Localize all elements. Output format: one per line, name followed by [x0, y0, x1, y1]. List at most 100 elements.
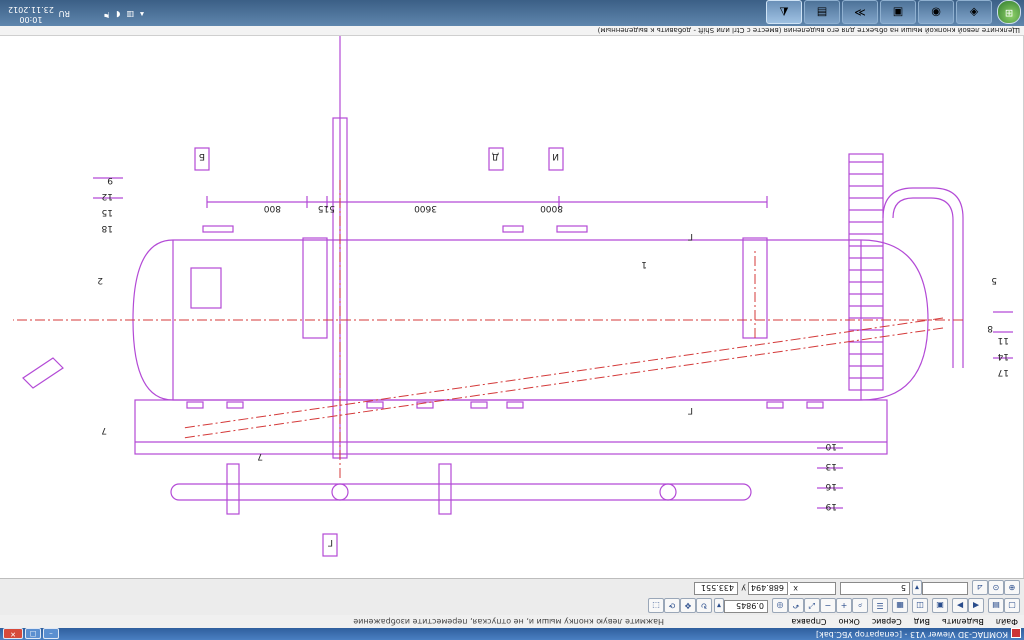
network-icon[interactable]: ▥: [126, 10, 134, 19]
media-task-icon[interactable]: ▣: [880, 0, 916, 24]
coord-x-label: x: [793, 584, 798, 593]
properties-icon[interactable]: ☰: [872, 598, 888, 613]
close-button[interactable]: ✕: [3, 628, 23, 639]
zoom-out-icon[interactable]: −: [820, 598, 836, 613]
dim-8000: 8000: [540, 203, 563, 213]
coord-x-field[interactable]: 688.494: [748, 582, 788, 595]
scale-dropdown-icon[interactable]: ▾: [912, 580, 922, 595]
centerline-slope-1: [182, 327, 944, 439]
coord-y-label: y: [741, 584, 746, 593]
zoom-dropdown-icon[interactable]: ▾: [714, 598, 724, 613]
hint-text: Нажмите левую кнопку мыши и, не отпуская…: [353, 617, 664, 626]
top-curved-pipe: [882, 187, 964, 368]
grid-icon[interactable]: ▦: [892, 598, 908, 613]
scale-value-field[interactable]: 5: [840, 582, 910, 595]
section-i: И: [552, 151, 559, 161]
app-icon: [1011, 628, 1021, 638]
cursor-icon[interactable]: ⊕: [1004, 580, 1020, 595]
clock-date: 23.11.2012: [8, 5, 54, 14]
pos-1: 1: [641, 259, 647, 269]
pos-7a: 7: [101, 425, 107, 435]
menu-view[interactable]: Вид: [912, 615, 932, 628]
folder-task-icon[interactable]: ▤: [804, 0, 840, 24]
coordinates-toolbar: ⊕ ⊙ ⊿ ▾ 5 y 433.551 688.494 x: [0, 578, 1024, 597]
flanges: [186, 225, 824, 409]
manhole-mid: [302, 237, 328, 339]
arrow-g1: Г: [688, 231, 694, 241]
new-icon[interactable]: ▢: [1004, 598, 1020, 613]
pos-2: 2: [97, 275, 103, 285]
system-tray: ▴ ▥ ◖ ⚑ RU 10:00 23.11.2012: [0, 0, 170, 26]
orient-icon[interactable]: ⬚: [648, 598, 664, 613]
section-g-bottom: Г: [328, 537, 334, 547]
zoom-all-icon[interactable]: ◎: [772, 598, 788, 613]
centerline-slope-2: [182, 317, 944, 429]
zoom-prev-icon[interactable]: ↶: [788, 598, 804, 613]
back-icon[interactable]: ◀: [968, 598, 984, 613]
arrow-g2: Г: [688, 405, 694, 415]
zoom-in-icon[interactable]: +: [836, 598, 852, 613]
bottom-stack-1: 13: [826, 461, 837, 471]
main-menu: Файл Выделить Вид Сервис Окно Справка: [789, 615, 1020, 628]
dim-515: 515: [318, 203, 335, 213]
dim-3600: 3600: [414, 203, 437, 213]
rotate-icon[interactable]: ⟳: [664, 598, 680, 613]
layer-icon[interactable]: ◫: [912, 598, 928, 613]
standard-toolbar: ▢ ▤ ◀ ▶ ▣ ◫ ▦ ☰ ⌕ + − ⤢ ↶ ◎ 0.9845 ▾ ↻ ✥…: [0, 596, 1024, 615]
menu-help[interactable]: Справка: [789, 615, 828, 628]
tray-icons: ▴ ▥ ◖ ⚑: [103, 10, 144, 19]
volume-icon[interactable]: ◖: [116, 10, 120, 19]
chart-task-icon[interactable]: ◭: [766, 0, 802, 24]
ladder-rungs: [849, 161, 883, 379]
maximize-button[interactable]: □: [25, 628, 41, 639]
zoom-fit-icon[interactable]: ⤢: [804, 598, 820, 613]
pos-7b: 7: [257, 451, 263, 461]
section-b: Б: [199, 151, 205, 161]
clock-time: 10:00: [19, 15, 43, 24]
dim-800: 800: [264, 203, 281, 213]
kompas-task-icon[interactable]: ◈: [956, 0, 992, 24]
menu-window[interactable]: Окно: [837, 615, 862, 628]
start-button[interactable]: ⊞: [997, 0, 1021, 24]
menu-select[interactable]: Выделить: [940, 615, 986, 628]
collector-pipe: [170, 483, 752, 501]
nozzle-right: [190, 267, 222, 309]
forward-icon[interactable]: ▶: [952, 598, 968, 613]
arrow-up-icon[interactable]: ▴: [140, 10, 144, 19]
menu-bar: Файл Выделить Вид Сервис Окно Справка На…: [0, 614, 1024, 628]
pan-icon[interactable]: ✥: [680, 598, 696, 613]
section-d: Д: [492, 151, 499, 161]
screen-root: КОМПАС-3D Viewer V13 - [сепаратор УБС.ba…: [0, 0, 1024, 640]
menu-service[interactable]: Сервис: [870, 615, 904, 628]
status-bar: Щелкните левой кнопкой мыши на объекте д…: [0, 25, 1024, 36]
bottom-stack-2: 16: [825, 481, 837, 491]
clock[interactable]: 10:00 23.11.2012: [8, 4, 54, 24]
redraw-icon[interactable]: ↻: [696, 598, 712, 613]
language-indicator[interactable]: RU: [59, 9, 70, 18]
right-stack-1: 14: [997, 351, 1009, 361]
zoom-value-field[interactable]: 0.9845: [724, 600, 768, 613]
explorer-task-icon[interactable]: ◉: [918, 0, 954, 24]
bottom-stack-0: 10: [825, 441, 837, 451]
menu-file[interactable]: Файл: [994, 615, 1020, 628]
measure-icon[interactable]: ⊿: [972, 580, 988, 595]
open-icon[interactable]: ▤: [988, 598, 1004, 613]
drawing-area[interactable]: 800 515 3600 8000 1 2 5 7 7 8 Б Д И Г Г …: [0, 36, 1024, 578]
print-icon[interactable]: ▣: [932, 598, 948, 613]
coord-y-field[interactable]: 433.551: [694, 582, 738, 595]
scale-field[interactable]: [922, 582, 968, 595]
inlet-pipe: [22, 357, 64, 389]
browser-task-icon[interactable]: ≫: [842, 0, 878, 24]
pos-5: 5: [991, 275, 997, 285]
bottom-stack-3: 19: [825, 501, 837, 511]
status-text: Щелкните левой кнопкой мыши на объекте д…: [597, 26, 1020, 34]
title-bar: КОМПАС-3D Viewer V13 - [сепаратор УБС.ba…: [0, 628, 1024, 640]
pos-8: 8: [987, 323, 993, 333]
snap-icon[interactable]: ⊙: [988, 580, 1004, 595]
right-stack-0: 11: [998, 335, 1009, 345]
flag-icon[interactable]: ⚑: [103, 10, 110, 19]
left-stack-0: 9: [107, 175, 113, 185]
zoom-window-icon[interactable]: ⌕: [852, 598, 868, 613]
left-stack-3: 18: [101, 223, 113, 233]
minimize-button[interactable]: –: [43, 628, 59, 639]
